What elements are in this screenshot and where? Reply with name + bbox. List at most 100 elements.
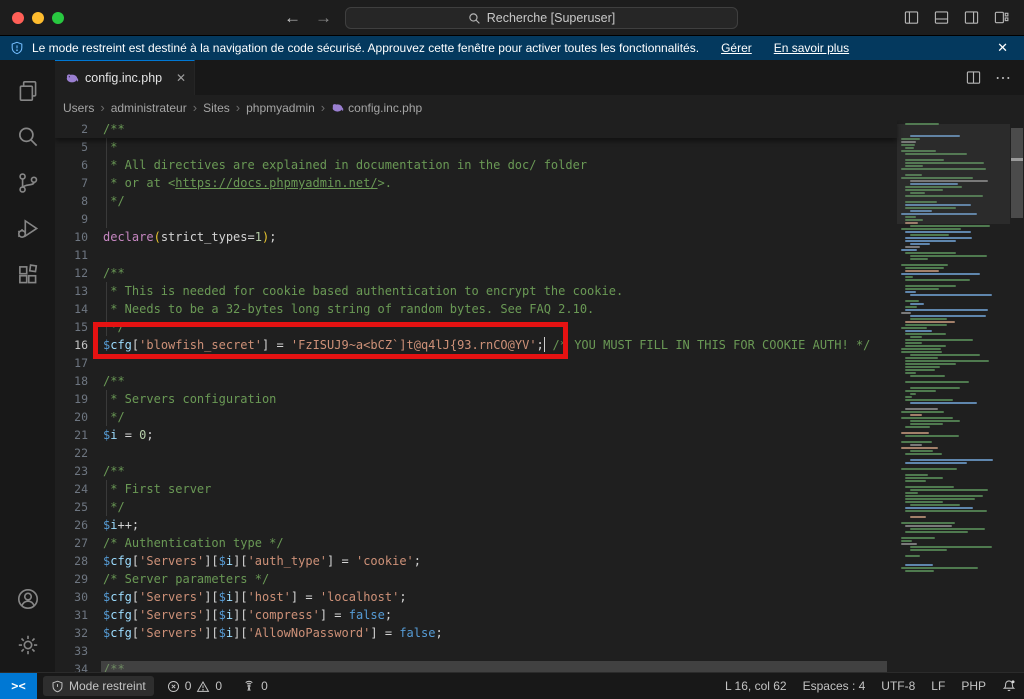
code-line-21[interactable]: 21$i = 0; bbox=[55, 426, 897, 444]
code-line-26[interactable]: 26$i++; bbox=[55, 516, 897, 534]
code-line-12[interactable]: 12/** bbox=[55, 264, 897, 282]
vertical-scrollbar-slider[interactable] bbox=[1011, 128, 1023, 218]
search-sidebar-icon[interactable] bbox=[4, 114, 52, 160]
line-number: 26 bbox=[55, 516, 103, 534]
code-line-7[interactable]: 7 * or at <https://docs.phpmyadmin.net/>… bbox=[55, 174, 897, 192]
code-line-5[interactable]: 5 * bbox=[55, 138, 897, 156]
breadcrumb-item[interactable]: Sites bbox=[203, 101, 230, 115]
explorer-icon[interactable] bbox=[4, 68, 52, 114]
code-line-20[interactable]: 20 */ bbox=[55, 408, 897, 426]
errors-count: 0 bbox=[185, 679, 192, 693]
code-line-22[interactable]: 22 bbox=[55, 444, 897, 462]
code-line-27[interactable]: 27/* Authentication type */ bbox=[55, 534, 897, 552]
line-content: $cfg['Servers'][$i]['host'] = 'localhost… bbox=[103, 588, 407, 606]
toggle-secondary-sidebar-icon[interactable] bbox=[963, 10, 980, 25]
code-line-9[interactable]: 9 bbox=[55, 210, 897, 228]
manage-link[interactable]: Gérer bbox=[721, 41, 752, 55]
breadcrumb-item[interactable]: config.inc.php bbox=[331, 101, 422, 115]
line-content: * Servers configuration bbox=[103, 390, 276, 408]
line-number: 15 bbox=[55, 318, 103, 336]
settings-gear-icon[interactable] bbox=[4, 622, 52, 668]
line-content: * First server bbox=[103, 480, 211, 498]
tab-close-icon[interactable]: ✕ bbox=[176, 71, 186, 85]
editor-group: config.inc.php ✕ ⋯ Users › administrateur ›… bbox=[55, 60, 1024, 672]
breadcrumb-separator-icon: › bbox=[236, 100, 240, 115]
notifications-status[interactable] bbox=[994, 673, 1024, 699]
language-mode-status[interactable]: PHP bbox=[953, 673, 994, 699]
line-number: 27 bbox=[55, 534, 103, 552]
line-content: */ bbox=[103, 408, 125, 426]
code-line-24[interactable]: 24 * First server bbox=[55, 480, 897, 498]
tab-config-inc-php[interactable]: config.inc.php ✕ bbox=[55, 60, 195, 95]
cursor-position-status[interactable]: L 16, col 62 bbox=[717, 673, 795, 699]
remote-indicator[interactable]: >< bbox=[0, 673, 37, 699]
code-line-29[interactable]: 29/* Server parameters */ bbox=[55, 570, 897, 588]
code-line-10[interactable]: 10declare(strict_types=1); bbox=[55, 228, 897, 246]
indentation-status[interactable]: Espaces : 4 bbox=[795, 673, 874, 699]
account-icon[interactable] bbox=[4, 576, 52, 622]
source-control-icon[interactable] bbox=[4, 160, 52, 206]
navigate-forward-icon[interactable]: → bbox=[315, 8, 332, 28]
restricted-mode-status[interactable]: Mode restreint bbox=[43, 676, 154, 696]
learn-more-link[interactable]: En savoir plus bbox=[774, 41, 849, 55]
code-editor[interactable]: 2/** 5 *6 * All directives are explained… bbox=[55, 120, 1024, 672]
line-content: */ bbox=[103, 318, 125, 336]
code-line-2[interactable]: 2/** bbox=[55, 120, 897, 138]
code-lines: 5 *6 * All directives are explained in d… bbox=[55, 138, 897, 672]
line-content: /** bbox=[103, 372, 125, 390]
code-line-18[interactable]: 18/** bbox=[55, 372, 897, 390]
code-line-28[interactable]: 28$cfg['Servers'][$i]['auth_type'] = 'co… bbox=[55, 552, 897, 570]
line-content: * Needs to be a 32-bytes long string of … bbox=[103, 300, 594, 318]
shield-icon bbox=[51, 680, 64, 693]
bell-icon bbox=[1002, 679, 1016, 693]
code-line-16[interactable]: 16$cfg['blowfish_secret'] = 'FzISUJ9~a<b… bbox=[55, 336, 897, 354]
close-window-button[interactable] bbox=[12, 12, 24, 24]
code-line-6[interactable]: 6 * All directives are explained in docu… bbox=[55, 156, 897, 174]
code-line-23[interactable]: 23/** bbox=[55, 462, 897, 480]
navigate-back-icon[interactable]: ← bbox=[284, 8, 301, 28]
breadcrumb-item[interactable]: administrateur bbox=[111, 101, 187, 115]
eol-label: LF bbox=[931, 679, 945, 693]
sticky-scroll-line[interactable]: 2/** bbox=[55, 120, 897, 138]
code-line-32[interactable]: 32$cfg['Servers'][$i]['AllowNoPassword']… bbox=[55, 624, 897, 642]
extensions-icon[interactable] bbox=[4, 252, 52, 298]
search-icon bbox=[468, 12, 481, 25]
toggle-primary-sidebar-icon[interactable] bbox=[903, 10, 920, 25]
line-number: 11 bbox=[55, 246, 103, 264]
minimize-window-button[interactable] bbox=[32, 12, 44, 24]
line-number: 17 bbox=[55, 354, 103, 372]
code-line-19[interactable]: 19 * Servers configuration bbox=[55, 390, 897, 408]
encoding-status[interactable]: UTF-8 bbox=[873, 673, 923, 699]
php-file-icon bbox=[331, 101, 344, 114]
code-line-33[interactable]: 33 bbox=[55, 642, 897, 660]
code-line-31[interactable]: 31$cfg['Servers'][$i]['compress'] = fals… bbox=[55, 606, 897, 624]
code-line-15[interactable]: 15 */ bbox=[55, 318, 897, 336]
code-line-13[interactable]: 13 * This is needed for cookie based aut… bbox=[55, 282, 897, 300]
line-number: 9 bbox=[55, 210, 103, 228]
code-line-11[interactable]: 11 bbox=[55, 246, 897, 264]
line-number: 2 bbox=[55, 120, 103, 138]
toggle-panel-icon[interactable] bbox=[933, 10, 950, 25]
code-line-25[interactable]: 25 */ bbox=[55, 498, 897, 516]
maximize-window-button[interactable] bbox=[52, 12, 64, 24]
problems-status[interactable]: 0 0 bbox=[160, 673, 229, 699]
breadcrumb-separator-icon: › bbox=[193, 100, 197, 115]
editor-more-actions-icon[interactable]: ⋯ bbox=[995, 68, 1012, 88]
code-line-17[interactable]: 17 bbox=[55, 354, 897, 372]
line-number: 29 bbox=[55, 570, 103, 588]
vertical-scrollbar[interactable] bbox=[1010, 120, 1024, 672]
code-line-30[interactable]: 30$cfg['Servers'][$i]['host'] = 'localho… bbox=[55, 588, 897, 606]
command-center-search[interactable]: Recherche [Superuser] bbox=[345, 7, 738, 29]
customize-layout-icon[interactable] bbox=[993, 10, 1010, 25]
minimap-viewport-slider[interactable] bbox=[897, 124, 1010, 224]
code-line-8[interactable]: 8 */ bbox=[55, 192, 897, 210]
run-debug-icon[interactable] bbox=[4, 206, 52, 252]
code-line-14[interactable]: 14 * Needs to be a 32-bytes long string … bbox=[55, 300, 897, 318]
breadcrumb-item[interactable]: phpmyadmin bbox=[246, 101, 315, 115]
horizontal-scrollbar[interactable] bbox=[101, 661, 887, 672]
split-editor-icon[interactable] bbox=[966, 70, 981, 85]
eol-status[interactable]: LF bbox=[923, 673, 953, 699]
ports-status[interactable]: 0 bbox=[235, 673, 275, 699]
banner-close-icon[interactable]: ✕ bbox=[997, 40, 1008, 56]
breadcrumb-item[interactable]: Users bbox=[63, 101, 94, 115]
